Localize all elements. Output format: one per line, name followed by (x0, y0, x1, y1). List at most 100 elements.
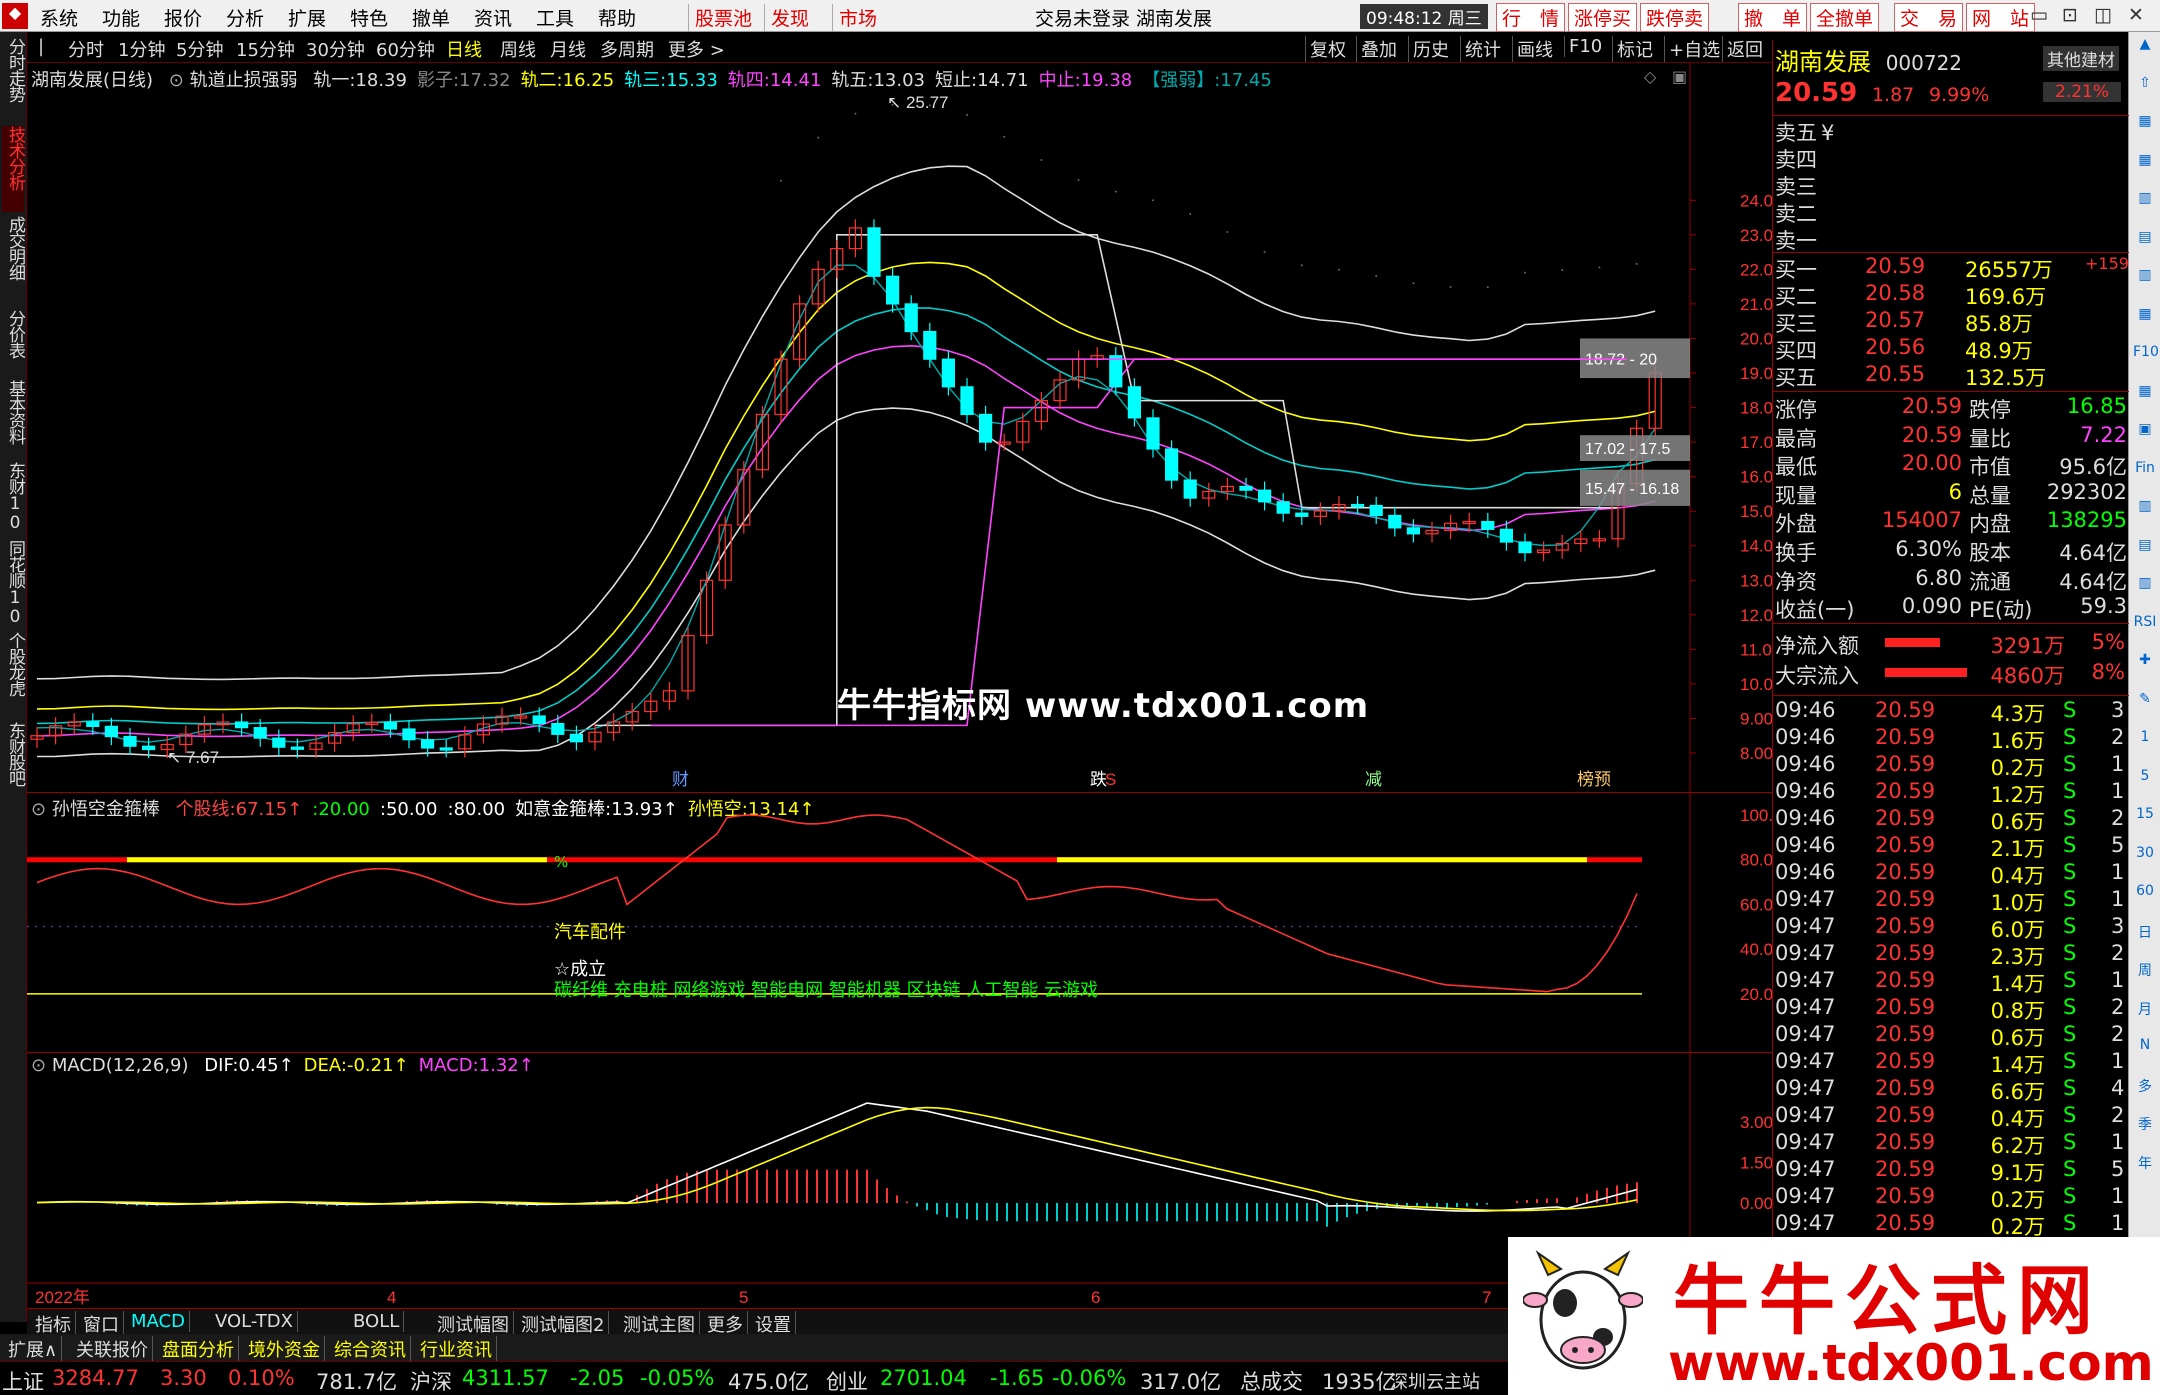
menu-red-button[interactable]: 发现 (764, 4, 809, 31)
restore-icon[interactable]: ◫ (2094, 4, 2112, 26)
ask-row[interactable]: 卖一 (1775, 225, 2127, 253)
bid-row[interactable]: 买四 20.56 48.9万 (1775, 335, 2127, 363)
right-tool-icon[interactable]: ▤ (2133, 537, 2157, 559)
left-tab[interactable]: 东财股吧 (2, 722, 25, 812)
menu-item[interactable]: 工具 (536, 4, 574, 31)
right-tool-icon[interactable]: ▤ (2133, 229, 2157, 251)
chart-action-button[interactable]: 画线 (1512, 36, 1553, 62)
index-name[interactable]: 沪深 (410, 1366, 452, 1395)
right-tool-icon[interactable]: ✎ (2133, 691, 2157, 713)
right-tool-icon[interactable]: 月 (2133, 999, 2157, 1021)
index-name[interactable]: 上证 (2, 1366, 44, 1395)
menu-item[interactable]: 系统 (40, 4, 78, 31)
chart-action-button[interactable]: 标记 (1612, 36, 1653, 62)
left-tab[interactable]: 基本资料 (2, 380, 25, 458)
menu-red-button[interactable]: 市场 (832, 4, 877, 31)
right-tool-icon[interactable]: 日 (2133, 922, 2157, 944)
left-tab[interactable]: 个股龙虎 (2, 632, 25, 718)
indicator-tab[interactable]: MACD (127, 1311, 190, 1332)
right-tool-icon[interactable]: 季 (2133, 1114, 2157, 1136)
period-tab[interactable]: 分时 (68, 36, 104, 62)
chart-action-button[interactable]: +自选 (1664, 36, 1720, 62)
menu-item[interactable]: 特色 (350, 4, 388, 31)
chart-action-button[interactable]: 历史 (1408, 36, 1449, 62)
menu-item[interactable]: 帮助 (598, 4, 636, 31)
right-tool-icon[interactable]: Fin (2133, 460, 2157, 482)
right-tool-icon[interactable]: ▦ (2133, 113, 2157, 135)
ask-row[interactable]: 卖五 ¥ (1775, 117, 2127, 145)
period-tab[interactable]: 1分钟 (118, 36, 165, 62)
period-tab[interactable]: 日线 (446, 36, 482, 62)
chart-action-button[interactable]: F10 (1564, 36, 1602, 57)
menu-item[interactable]: 分析 (226, 4, 264, 31)
menu-item[interactable]: 功能 (102, 4, 140, 31)
extension-tab[interactable]: 境外资金 (244, 1336, 325, 1362)
menu-right-button[interactable]: 网 站 (1966, 3, 2036, 32)
sector-name[interactable]: 其他建材 (2043, 46, 2119, 71)
right-tool-icon[interactable]: 年 (2133, 1153, 2157, 1175)
menu-right-button[interactable]: 涨停买 (1568, 3, 1638, 32)
chart-action-button[interactable]: 返回 (1722, 36, 1763, 62)
right-tool-icon[interactable]: ▲ (2133, 36, 2157, 58)
right-tool-icon[interactable]: RSI (2133, 614, 2157, 636)
close-icon[interactable]: ✕ (2128, 4, 2144, 26)
right-tool-icon[interactable]: ⇧ (2133, 75, 2157, 97)
right-tool-icon[interactable]: 多 (2133, 1076, 2157, 1098)
right-tool-icon[interactable]: ▥ (2133, 575, 2157, 597)
main-pane[interactable]: 湖南发展(日线) ⊙ 轨道止损强弱 轨一:18.39 影子:17.32 轨二:16.… (27, 63, 1772, 793)
left-tab[interactable]: 技术分析 (2, 126, 25, 212)
sub1-pane[interactable]: ⊙ 孙悟空金箍棒 个股线:67.15↑:20.00:50.00:80.00 如意金… (27, 793, 1772, 1053)
right-tool-icon[interactable]: ▥ (2133, 267, 2157, 289)
right-tool-icon[interactable]: ▣ (2133, 421, 2157, 443)
right-tool-icon[interactable]: ▥ (2133, 190, 2157, 212)
right-tool-icon[interactable]: F10 (2133, 344, 2159, 366)
chart-action-button[interactable]: 复权 (1305, 36, 1346, 62)
menu-right-button[interactable]: 跌停卖 (1640, 3, 1710, 32)
indicator-tab[interactable]: VOL-TDX (211, 1311, 298, 1332)
right-tool-icon[interactable]: ▦ (2133, 306, 2157, 328)
right-tool-icon[interactable]: 周 (2133, 960, 2157, 982)
promo-url[interactable]: www.tdx001.com (1668, 1334, 2154, 1392)
right-tool-icon[interactable]: 5 (2133, 768, 2157, 790)
left-tab[interactable]: 同花顺10 (2, 540, 25, 628)
period-tab[interactable]: 周线 (500, 36, 536, 62)
ask-row[interactable]: 卖三 (1775, 171, 2127, 199)
menu-red-button[interactable]: 股票池 (688, 4, 752, 31)
bid-row[interactable]: 买一 20.59 26557万 +159 (1775, 254, 2129, 282)
extension-tab[interactable]: 行业资讯 (416, 1336, 497, 1362)
bid-row[interactable]: 买三 20.57 85.8万 (1775, 308, 2127, 336)
extension-tab[interactable]: 盘面分析 (158, 1336, 239, 1362)
extension-tab[interactable]: 扩展∧ (4, 1336, 63, 1362)
server-site[interactable]: 深圳云主站 (1390, 1368, 1480, 1394)
right-tool-icon[interactable]: 15 (2133, 806, 2157, 828)
menu-item[interactable]: 资讯 (474, 4, 512, 31)
chart-action-button[interactable]: 统计 (1460, 36, 1501, 62)
bid-row[interactable]: 买五 20.55 132.5万 (1775, 362, 2127, 390)
menu-right-button[interactable]: 撤 单 (1738, 3, 1808, 32)
menu-item[interactable]: 报价 (164, 4, 202, 31)
right-tool-icon[interactable]: ✚ (2133, 652, 2157, 674)
chart-action-button[interactable]: 叠加 (1356, 36, 1397, 62)
left-tab[interactable]: 成交明细 (2, 216, 25, 306)
right-tool-icon[interactable]: ▦ (2133, 383, 2157, 405)
menu-item[interactable]: 撤单 (412, 4, 450, 31)
menu-right-button[interactable]: 行 情 (1496, 3, 1566, 32)
extension-tab[interactable]: 综合资讯 (330, 1336, 411, 1362)
period-tab[interactable]: 30分钟 (306, 36, 365, 62)
ask-row[interactable]: 卖二 (1775, 198, 2127, 226)
menu-item[interactable]: 扩展 (288, 4, 326, 31)
period-tab[interactable]: 月线 (550, 36, 586, 62)
maximize-icon[interactable]: ⊡ (2062, 4, 2078, 26)
right-tool-icon[interactable]: 1 (2133, 729, 2157, 751)
left-tab[interactable]: 分时走势 (2, 38, 25, 124)
indicator-tab[interactable]: BOLL (349, 1311, 405, 1332)
left-tab[interactable]: 分价表 (2, 310, 25, 376)
period-tab[interactable]: 5分钟 (176, 36, 223, 62)
period-tab[interactable]: 多周期 (600, 36, 654, 62)
right-tool-icon[interactable]: ▦ (2133, 152, 2157, 174)
period-tab[interactable]: 更多 > (668, 36, 725, 62)
menu-right-button[interactable]: 交 易 (1894, 3, 1964, 32)
index-name[interactable]: 创业 (826, 1366, 868, 1395)
left-tab[interactable]: 东财10 (2, 462, 25, 536)
right-tool-icon[interactable]: ▥ (2133, 498, 2157, 520)
